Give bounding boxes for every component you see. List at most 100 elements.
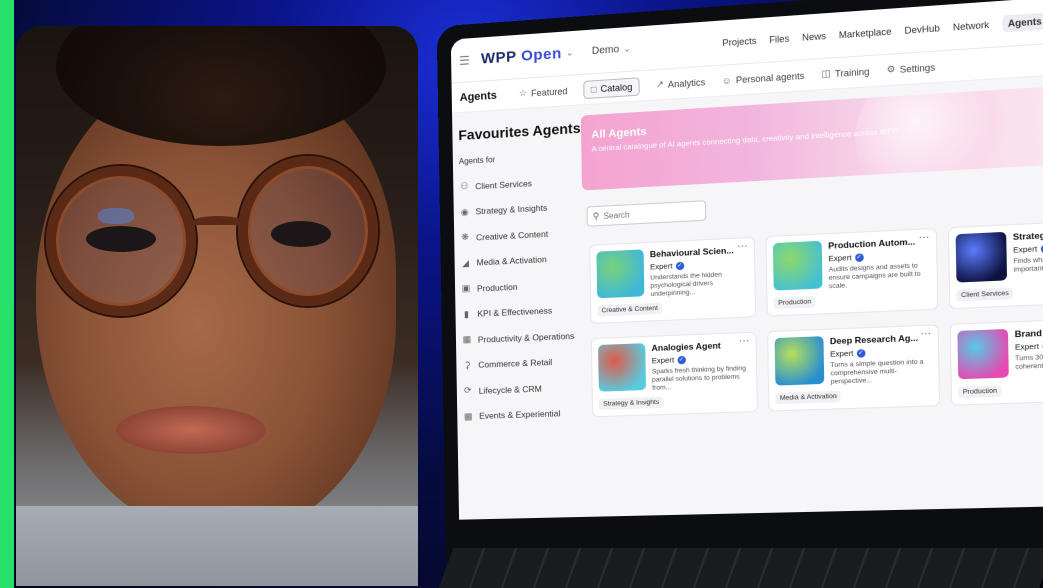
tab-label: Personal agents	[735, 70, 805, 85]
palette-icon: ❋	[461, 232, 469, 243]
brand-part2: Open	[520, 44, 562, 65]
shirt	[16, 506, 418, 586]
agent-level-label: Expert	[1014, 341, 1040, 352]
nav-devhub[interactable]: DevHub	[904, 22, 940, 35]
analytics-icon: ↗	[655, 78, 664, 90]
cart-icon: ⚳	[463, 359, 471, 371]
target-icon: ◉	[460, 206, 469, 217]
person-icon: ☺	[721, 74, 732, 86]
cycle-icon: ⟳	[463, 385, 472, 396]
nav-projects[interactable]: Projects	[722, 35, 756, 48]
more-options-icon[interactable]: ···	[920, 328, 931, 340]
agent-level: Expert✓	[828, 252, 864, 264]
tab-training[interactable]: ◫ Training	[821, 65, 869, 80]
nav-agents[interactable]: Agents	[1002, 11, 1043, 32]
verified-icon: ✓	[675, 261, 684, 270]
scene: ☰ WPP Open ⌄ Demo ⌄ Projects Files News …	[0, 0, 1043, 588]
chevron-down-icon[interactable]: ⌄	[566, 47, 574, 59]
agent-description: Turns 30 years of brand data into cohere…	[1015, 351, 1043, 371]
section-title: Agents	[459, 89, 497, 104]
agent-category-tag: Strategy & Insights	[598, 396, 664, 410]
sidebar-list: ⚇ Client Services ◉ Strategy & Insights ❋ C…	[459, 167, 586, 429]
tab-label: Analytics	[667, 76, 706, 90]
tab-settings[interactable]: ⚙ Settings	[887, 61, 936, 76]
tab-catalog[interactable]: □ Catalog	[583, 76, 640, 99]
tab-personal-agents[interactable]: ☺ Personal agents	[722, 70, 805, 86]
gear-icon: ⚙	[886, 63, 896, 75]
sidebar-item-label: KPI & Effectiveness	[477, 305, 553, 319]
more-options-icon[interactable]: ···	[739, 335, 750, 347]
agent-thumbnail	[955, 231, 1008, 283]
brand-logo[interactable]: WPP Open	[481, 45, 562, 68]
tab-label: Catalog	[600, 81, 633, 94]
nav-files[interactable]: Files	[769, 33, 789, 45]
agent-thumbnail	[596, 249, 645, 299]
verified-icon: ✓	[854, 252, 864, 262]
training-icon: ◫	[821, 67, 831, 79]
sidebar-item-events-experiential[interactable]: ▦ Events & Experiential	[463, 400, 586, 430]
calendar-icon: ▦	[463, 410, 473, 422]
sidebar: Favourites Agents Agents for ⚇ Client Ser…	[452, 105, 588, 519]
sidebar-item-label: Lifecycle & CRM	[478, 383, 542, 396]
menu-icon[interactable]: ☰	[459, 53, 471, 68]
agent-card[interactable]: Analogies Agent ··· Expert ✓ Sparks fresh…	[590, 331, 758, 418]
green-edge-stripe	[0, 0, 14, 588]
search-icon: ⚲	[592, 210, 600, 221]
search-box[interactable]: ⚲	[586, 200, 707, 227]
top-nav-links: Projects Files News Marketplace DevHub N…	[722, 10, 1043, 51]
search-input[interactable]	[603, 206, 697, 221]
production-icon: ▣	[461, 283, 471, 294]
grid-icon: ▦	[462, 334, 472, 345]
agent-description: Finds what's interesting and important f…	[1013, 254, 1043, 274]
agent-description: Understands the hidden psychological dri…	[650, 271, 722, 299]
people-icon: ⚇	[460, 180, 469, 192]
sidebar-item-label: Production	[476, 281, 518, 294]
agent-category-tag: Client Services	[956, 287, 1014, 302]
agent-description: Sparks fresh thinking by finding paralle…	[651, 364, 746, 392]
catalog-icon: □	[590, 83, 597, 95]
laptop-keyboard	[438, 548, 1043, 588]
agent-name: Brand Analytics A...	[1014, 325, 1043, 340]
nav-news[interactable]: News	[802, 30, 826, 42]
sidebar-item-label: Events & Experiential	[479, 408, 561, 422]
laptop-screen: ☰ WPP Open ⌄ Demo ⌄ Projects Files News …	[450, 0, 1043, 520]
agent-card[interactable]: Behavioural Scien... ··· Expert ✓ Underst…	[589, 236, 757, 324]
agent-level: Expert✓	[1013, 244, 1043, 255]
agent-thumbnail	[598, 343, 647, 392]
agent-description: Audits designs and assets to ensure camp…	[828, 262, 921, 291]
sidebar-item-label: Productivity & Operations	[477, 330, 575, 345]
agent-name: Strategic Signals...	[1012, 227, 1043, 243]
sidebar-item-label: Media & Activation	[476, 254, 547, 268]
tab-label: Featured	[530, 85, 568, 98]
agent-card[interactable]: Deep Research Ag... ··· Expert ✓ Turns a …	[767, 324, 941, 412]
agent-level: Expert✓	[650, 261, 684, 272]
verified-icon: ✓	[856, 348, 866, 358]
agent-card[interactable]: Production Autom... ··· Expert ✓ Audits d…	[765, 227, 939, 317]
agent-level-label: Expert	[649, 261, 673, 272]
agent-cards-grid: Behavioural Scien... ··· Expert ✓ Underst…	[589, 218, 1043, 418]
tab-featured[interactable]: ☆ Featured	[519, 85, 568, 99]
chevron-down-icon[interactable]: ⌄	[623, 43, 631, 55]
tab-label: Training	[834, 65, 870, 79]
agent-card[interactable]: Brand Analytics A... ··· Expert✓ Turns 3…	[949, 316, 1043, 406]
workspace-selector[interactable]: Demo	[592, 44, 619, 57]
nav-marketplace[interactable]: Marketplace	[839, 26, 892, 40]
laptop: ☰ WPP Open ⌄ Demo ⌄ Projects Files News …	[436, 0, 1043, 566]
nav-network[interactable]: Network	[953, 19, 989, 32]
sidebar-subtitle: Agents for	[458, 155, 496, 167]
glasses-left-lens	[46, 166, 196, 316]
tab-analytics[interactable]: ↗ Analytics	[656, 76, 706, 90]
brand-part1: WPP	[480, 48, 517, 68]
sidebar-item-label: Client Services	[475, 177, 533, 192]
agent-category-tag: Production	[958, 385, 1002, 399]
star-icon: ☆	[518, 87, 528, 99]
agent-level-label: Expert	[828, 252, 852, 264]
more-options-icon[interactable]: ···	[918, 231, 929, 243]
sidebar-item-label: Strategy & Insights	[475, 202, 548, 217]
agent-card[interactable]: Strategic Signals... ··· Expert✓ Finds w…	[947, 218, 1043, 310]
agent-level: Expert✓	[652, 355, 686, 365]
more-options-icon[interactable]: ···	[737, 240, 748, 252]
person-photo	[16, 26, 418, 586]
agent-level: Expert✓	[1015, 341, 1043, 352]
agent-category-tag: Production	[773, 296, 816, 310]
